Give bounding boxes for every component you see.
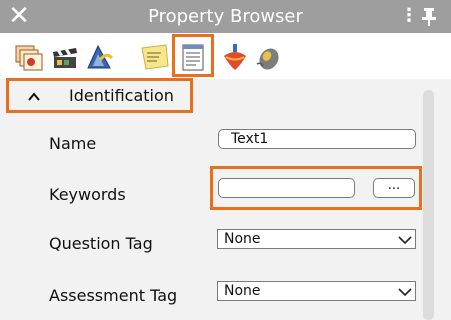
keywords-browse-button[interactable]: ... [373,178,415,198]
keywords-field[interactable] [218,178,355,198]
vertical-scrollbar[interactable] [423,90,434,320]
question-tag-label: Question Tag [49,234,153,253]
name-field[interactable]: Text1 [218,129,416,149]
movie-clapper-icon[interactable] [50,42,80,72]
chevron-down-icon [398,285,412,297]
menu-icon[interactable]: ⋮ [400,4,418,28]
property-toolbar [0,33,451,79]
window-title: Property Browser [148,6,303,27]
pin-icon[interactable] [418,6,440,28]
title-bar: ✕ Property Browser ⋮ [0,0,451,33]
name-label: Name [49,134,97,153]
section-label: Identification [69,86,174,105]
document-properties-icon[interactable] [178,42,208,72]
question-tag-select[interactable]: None [217,229,416,249]
assessment-tag-select[interactable]: None [217,281,416,301]
assessment-tag-label: Assessment Tag [49,286,178,305]
chevron-down-icon [398,233,412,245]
sticky-note-icon[interactable] [140,42,170,72]
keywords-label: Keywords [49,185,126,204]
assessment-tag-value: None [224,283,261,299]
slides-icon[interactable] [14,42,44,72]
spinning-top-icon[interactable] [220,42,250,72]
chevron-up-icon [27,89,41,103]
question-tag-value: None [224,231,261,247]
mouse-icon[interactable] [253,42,283,72]
section-header-identification[interactable]: Identification [6,78,193,113]
drawing-triangle-icon[interactable] [84,42,114,72]
close-icon[interactable]: ✕ [6,2,32,30]
